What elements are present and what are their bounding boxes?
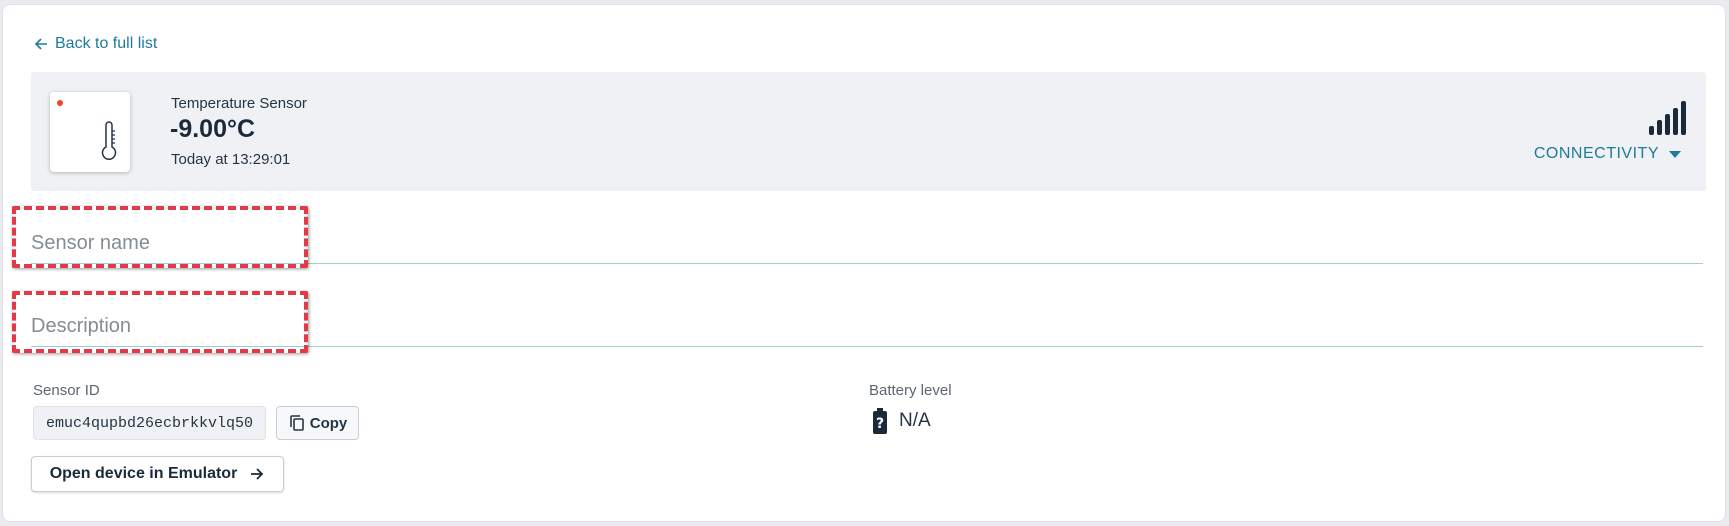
last-updated: Today at 13:29:01 bbox=[171, 151, 291, 168]
sensor-header: Temperature Sensor -9.00°C Today at 13:2… bbox=[31, 72, 1706, 191]
sensor-id-label: Sensor ID bbox=[33, 382, 100, 399]
connectivity-dropdown[interactable]: CONNECTIVITY bbox=[1534, 145, 1681, 163]
battery-value: N/A bbox=[899, 410, 931, 431]
sensor-detail-card: Back to full list Temperature Sensor -9.… bbox=[2, 4, 1726, 522]
arrow-right-icon bbox=[251, 468, 264, 480]
caret-down-icon bbox=[1669, 150, 1681, 158]
description-field[interactable] bbox=[31, 306, 1703, 347]
arrow-left-icon bbox=[34, 38, 47, 50]
sensor-name-input[interactable] bbox=[31, 223, 1703, 263]
connectivity-label: CONNECTIVITY bbox=[1533, 145, 1659, 162]
copy-icon bbox=[289, 415, 304, 431]
copy-button-label: Copy bbox=[309, 414, 348, 432]
back-link-label: Back to full list bbox=[55, 35, 158, 52]
sensor-type: Temperature Sensor bbox=[171, 95, 307, 112]
signal-bars-icon bbox=[1649, 101, 1686, 135]
sensor-name-field[interactable] bbox=[31, 223, 1703, 264]
copy-button[interactable]: Copy bbox=[276, 406, 359, 440]
battery-level: ? N/A bbox=[873, 408, 931, 434]
status-dot bbox=[57, 100, 63, 106]
sensor-tile bbox=[50, 92, 130, 172]
battery-unknown-icon: ? bbox=[873, 408, 887, 434]
svg-text:?: ? bbox=[876, 416, 884, 432]
sensor-id-value: emuc4qupbd26ecbrkkvlq50 bbox=[33, 406, 266, 440]
description-input[interactable] bbox=[31, 306, 1703, 346]
temperature-value: -9.00°C bbox=[170, 115, 256, 143]
back-to-list-link[interactable]: Back to full list bbox=[33, 35, 157, 53]
open-emulator-label: Open device in Emulator bbox=[49, 465, 238, 482]
battery-level-label: Battery level bbox=[869, 382, 952, 399]
thermometer-icon bbox=[101, 121, 117, 160]
open-in-emulator-button[interactable]: Open device in Emulator bbox=[31, 456, 284, 492]
